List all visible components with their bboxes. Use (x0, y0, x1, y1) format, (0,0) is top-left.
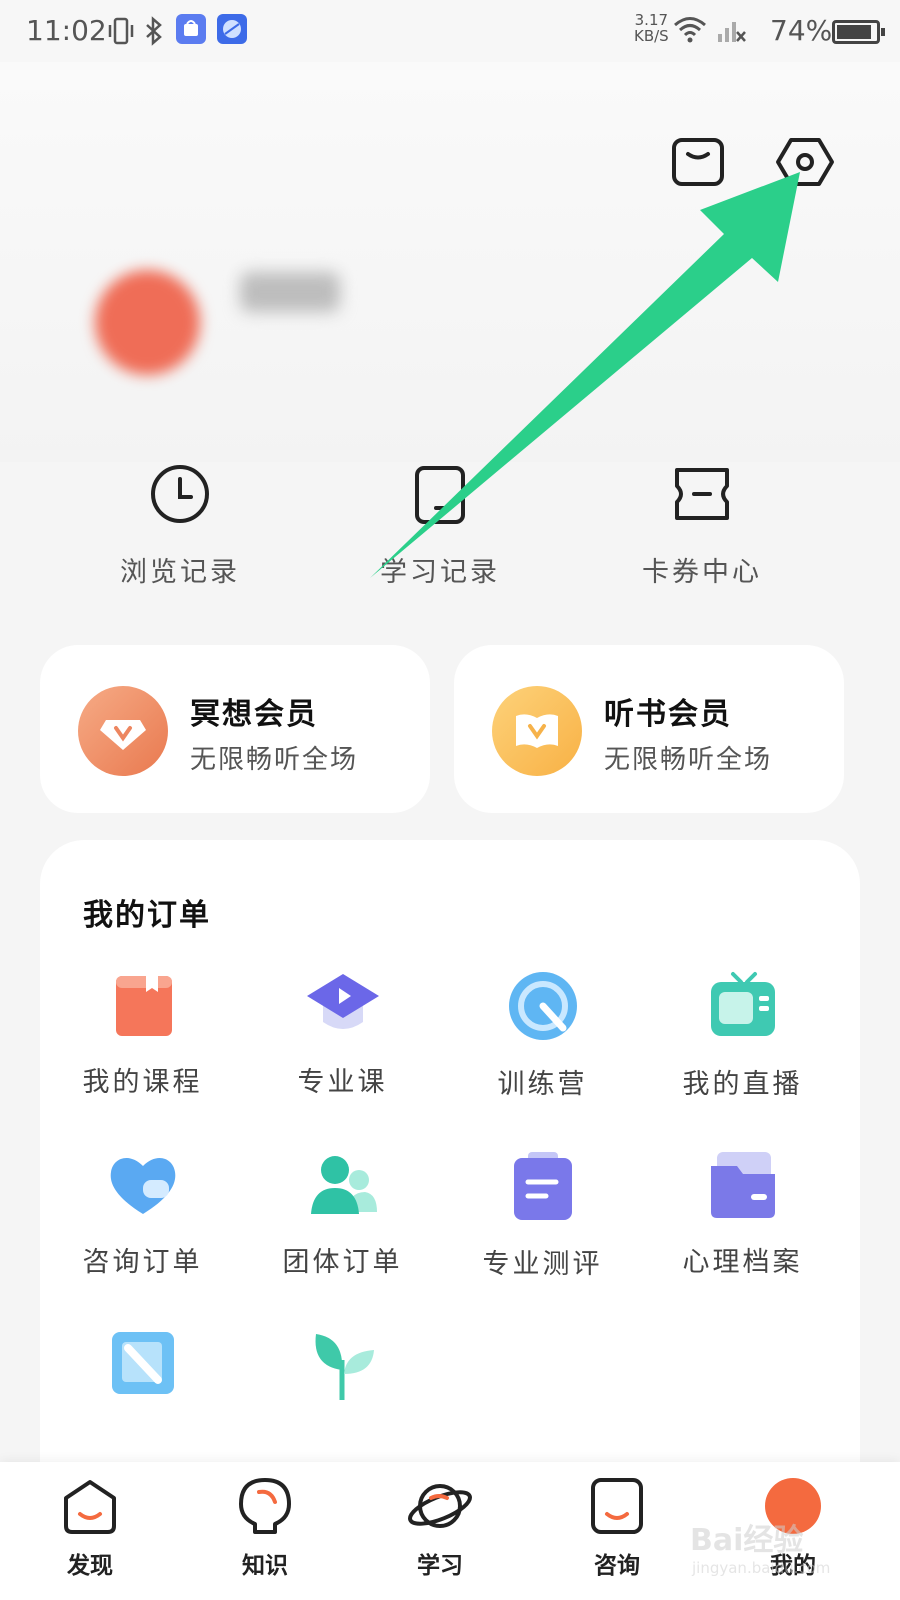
clock-icon (151, 465, 209, 523)
membership-subtitle: 无限畅听全场 (604, 745, 773, 775)
order-item-my-live[interactable]: 我的直播 (640, 970, 845, 1101)
order-item-consult-orders[interactable]: 咨询订单 (40, 1150, 245, 1279)
browser-notification-icon (217, 14, 247, 44)
network-speed: 3.17 KB/S (634, 12, 669, 44)
folder-icon (710, 1152, 775, 1218)
battery-percent: 74% (770, 14, 833, 47)
order-item-label: 我的课程 (82, 1067, 203, 1098)
order-item-label: 专业课 (297, 1067, 388, 1098)
vibrate-icon (108, 16, 134, 50)
sprout-icon (315, 1334, 374, 1400)
settings-button[interactable] (774, 134, 836, 196)
order-item-pro-course[interactable]: 专业课 (240, 970, 445, 1099)
audiobook-vip-icon (492, 686, 582, 776)
nav-label: 咨询 (594, 1553, 640, 1579)
nav-label: 发现 (67, 1553, 113, 1579)
coupon-icon (675, 468, 729, 520)
quick-link-label: 学习记录 (380, 557, 500, 588)
nav-item-knowledge[interactable]: 知识 (205, 1476, 325, 1580)
membership-subtitle: 无限畅听全场 (190, 745, 359, 775)
order-item-sprout[interactable] (240, 1330, 445, 1422)
order-item-label: 我的直播 (682, 1069, 803, 1100)
membership-title: 听书会员 (604, 697, 732, 732)
clipboard-icon (513, 1152, 572, 1220)
battery-icon (832, 20, 885, 44)
consult-icon (591, 1478, 643, 1534)
network-speed-value: 3.17 (634, 11, 669, 29)
meditation-vip-card[interactable]: 冥想会员 无限畅听全场 (40, 645, 430, 813)
course-book-icon (115, 976, 172, 1036)
nav-label: 学习 (417, 1553, 463, 1579)
order-item-pen[interactable] (40, 1330, 245, 1416)
training-camp-icon (508, 972, 577, 1040)
section-title: 我的订单 (83, 898, 211, 933)
meditation-vip-icon (78, 686, 168, 776)
settings-icon (776, 138, 834, 186)
bluetooth-icon (144, 16, 164, 50)
study-record-icon (415, 466, 465, 524)
watermark: Bai经验 jingyan.baidu.com (690, 1515, 870, 1585)
order-item-psych-archive[interactable]: 心理档案 (640, 1150, 845, 1279)
discover-icon (64, 1480, 116, 1534)
tv-live-icon (710, 972, 775, 1036)
order-item-assessment[interactable]: 专业测评 (440, 1150, 645, 1281)
quick-link-coupons[interactable]: 卡券中心 (602, 450, 802, 589)
nav-item-study[interactable]: 学习 (380, 1476, 500, 1580)
lightbulb-icon (239, 1478, 291, 1534)
audiobook-vip-card[interactable]: 听书会员 无限畅听全场 (454, 645, 844, 813)
order-item-label: 专业测评 (482, 1249, 603, 1280)
quick-link-label: 卡券中心 (642, 557, 762, 588)
avatar[interactable] (95, 270, 200, 375)
quick-links: 浏览记录 学习记录 卡券中心 (50, 450, 870, 600)
status-bar: 11:02 3.17 KB/S 74% (0, 0, 900, 62)
graduation-cap-icon (306, 974, 379, 1029)
order-item-training-camp[interactable]: 训练营 (440, 970, 645, 1101)
watermark-main: Bai经验 (690, 1523, 804, 1558)
order-item-my-courses[interactable]: 我的课程 (40, 970, 245, 1099)
username-blurred[interactable] (240, 272, 340, 312)
order-item-label: 训练营 (497, 1069, 588, 1100)
order-item-label: 团体订单 (282, 1247, 403, 1278)
nav-item-discover[interactable]: 发现 (30, 1476, 150, 1580)
order-item-label: 咨询订单 (82, 1247, 203, 1278)
planet-icon (408, 1484, 472, 1528)
wifi-icon (672, 14, 708, 48)
quick-link-label: 浏览记录 (120, 557, 240, 588)
signal-icon (716, 14, 746, 48)
quick-link-history[interactable]: 浏览记录 (80, 450, 280, 589)
message-button[interactable] (668, 134, 730, 196)
pen-icon (111, 1332, 174, 1394)
message-icon (672, 138, 724, 186)
membership-title: 冥想会员 (190, 697, 318, 732)
nav-label: 知识 (242, 1553, 288, 1579)
quick-link-study-record[interactable]: 学习记录 (340, 450, 540, 589)
profile-header (0, 62, 900, 462)
watermark-sub: jingyan.baidu.com (692, 1559, 831, 1577)
consult-heart-icon (110, 1158, 175, 1214)
network-speed-unit: KB/S (634, 27, 669, 45)
nav-item-consult[interactable]: 咨询 (557, 1476, 677, 1580)
order-item-group-orders[interactable]: 团体订单 (240, 1150, 445, 1279)
status-time: 11:02 (26, 14, 107, 47)
order-item-label: 心理档案 (682, 1247, 803, 1278)
app-notification-icon (176, 14, 206, 44)
group-icon (310, 1156, 377, 1214)
